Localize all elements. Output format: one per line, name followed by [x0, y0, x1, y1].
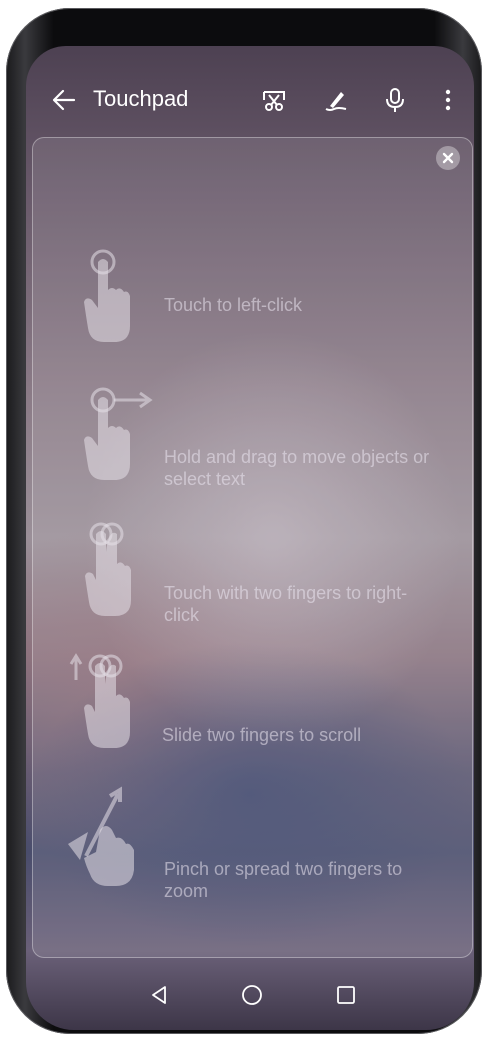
gesture-item-hold-drag: Hold and drag to move objects or select … [26, 380, 474, 489]
handwriting-pen-icon[interactable] [322, 86, 350, 114]
screenshot-scissors-icon[interactable] [260, 86, 288, 114]
hold-drag-hand-icon [78, 380, 168, 489]
top-bar: Touchpad [26, 80, 474, 120]
two-finger-tap-hand-icon [78, 516, 138, 625]
screen: Touchpad Touch to left-click Hold and dr… [26, 46, 474, 1030]
single-tap-hand-icon [78, 246, 138, 351]
system-navigation-bar [26, 976, 474, 1016]
microphone-icon[interactable] [381, 86, 409, 114]
nav-back-triangle-icon[interactable] [146, 982, 172, 1008]
gesture-item-left-click: Touch to left-click [26, 246, 474, 346]
phone-frame: Touchpad Touch to left-click Hold and dr… [6, 8, 482, 1034]
two-finger-scroll-hand-icon [68, 650, 138, 755]
gesture-item-zoom: Pinch or spread two fingers to zoom [26, 786, 474, 901]
page-title: Touchpad [93, 86, 189, 111]
gesture-item-scroll: Slide two fingers to scroll [26, 650, 474, 750]
gesture-label: Pinch or spread two fingers to zoom [164, 859, 403, 901]
gesture-label: Touch with two fingers to right-click [164, 583, 408, 625]
close-icon[interactable] [436, 146, 460, 170]
back-arrow-icon[interactable] [50, 86, 78, 114]
gesture-label: Touch to left-click [164, 295, 303, 315]
gesture-label: Hold and drag to move objects or select … [164, 447, 430, 489]
gesture-label: Slide two fingers to scroll [162, 725, 362, 745]
nav-home-circle-icon[interactable] [239, 982, 265, 1008]
pinch-zoom-hand-icon [66, 786, 146, 891]
more-vertical-icon[interactable] [434, 86, 462, 114]
nav-recents-square-icon[interactable] [333, 982, 359, 1008]
gesture-item-right-click: Touch with two fingers to right-click [26, 516, 474, 625]
